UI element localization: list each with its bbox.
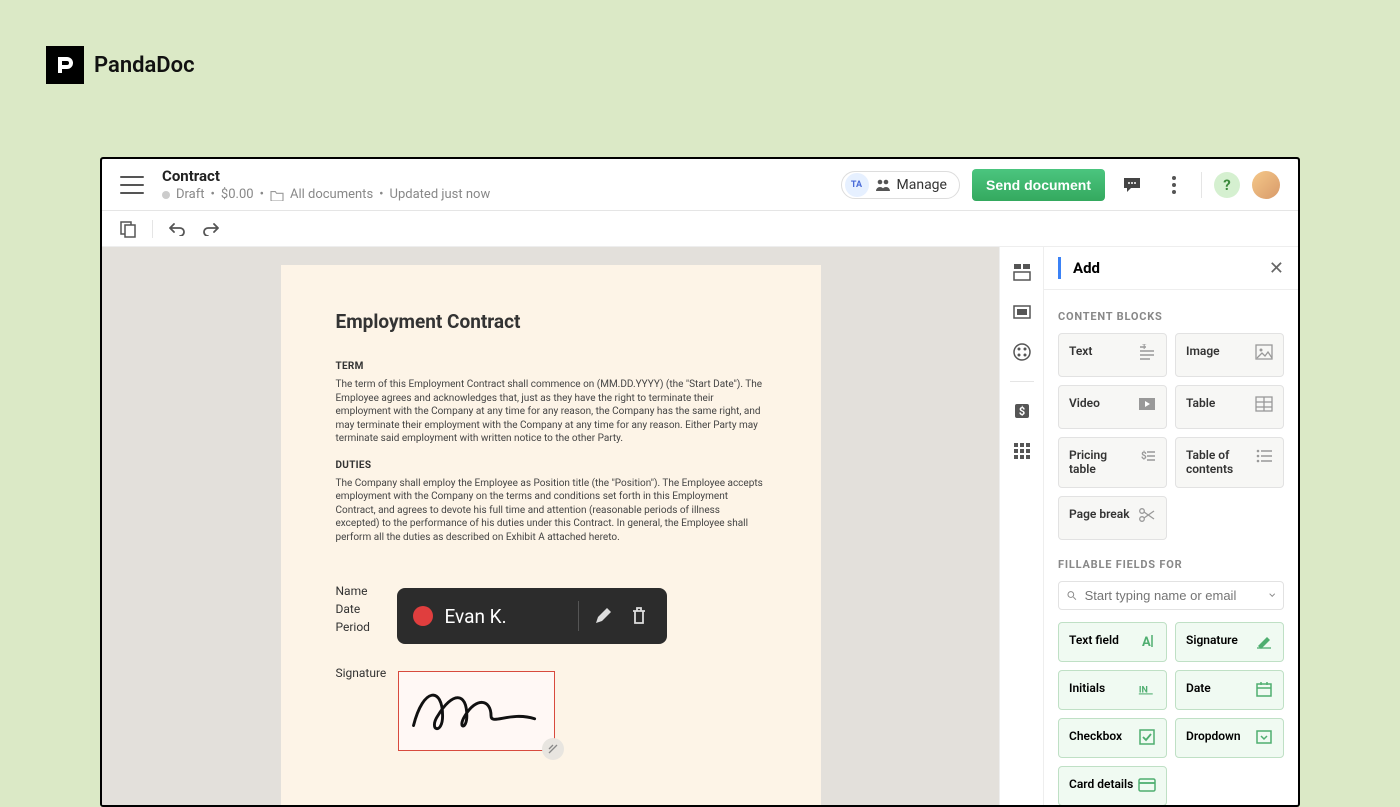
content-blocks-label: CONTENT BLOCKS [1058, 310, 1284, 323]
redo-button[interactable] [201, 219, 221, 239]
more-button[interactable] [1159, 170, 1189, 200]
blocks-tab-button[interactable] [1011, 261, 1033, 283]
toolstrip [102, 211, 1298, 247]
scissors-icon [1138, 507, 1156, 523]
pricing-tab-button[interactable]: $ [1011, 400, 1033, 422]
doc-meta: Draft • $0.00 • All documents • Updated … [162, 187, 490, 202]
svg-text:$: $ [1141, 449, 1147, 462]
undo-button[interactable] [167, 219, 187, 239]
pricing-icon: $ [1138, 448, 1156, 464]
menu-button[interactable] [120, 176, 144, 194]
toc-icon [1255, 448, 1273, 464]
apps-tab-button[interactable] [1011, 440, 1033, 462]
svg-text:A: A [1142, 635, 1151, 649]
folder-icon [270, 189, 284, 201]
delete-field-button[interactable] [627, 604, 651, 628]
edit-field-button[interactable] [591, 604, 615, 628]
pen-icon [1255, 633, 1273, 649]
page-break-block[interactable]: Page break [1058, 496, 1167, 540]
send-document-button[interactable]: Send document [972, 169, 1105, 201]
initials-icon: IN [1138, 681, 1156, 697]
app-window: Contract Draft • $0.00 • All documents •… [100, 157, 1300, 807]
recipient-search[interactable] [1058, 581, 1284, 610]
duties-heading: DUTIES [336, 460, 766, 471]
image-block[interactable]: Image [1175, 333, 1284, 377]
doc-title[interactable]: Contract [162, 167, 490, 185]
status-dot-icon [162, 191, 170, 199]
people-icon [875, 178, 891, 192]
initials-block[interactable]: Initials IN [1058, 670, 1167, 710]
dropdown-icon [1255, 729, 1273, 745]
signature-field[interactable] [398, 671, 555, 751]
side-toolbar: $ [999, 247, 1043, 805]
right-panel: Add ✕ CONTENT BLOCKS Text T Image Video [1043, 247, 1298, 805]
signature-block[interactable]: Signature [1175, 622, 1284, 662]
doc-info: Contract Draft • $0.00 • All documents •… [162, 167, 490, 202]
signer-color-dot[interactable] [413, 606, 433, 626]
resize-handle[interactable] [542, 738, 564, 760]
signature-stroke-icon [399, 672, 554, 750]
recipient-search-input[interactable] [1085, 588, 1261, 603]
pandadoc-icon [46, 46, 84, 84]
variables-tab-button[interactable] [1011, 301, 1033, 323]
checkbox-block[interactable]: Checkbox [1058, 718, 1167, 758]
panel-header: Add ✕ [1044, 247, 1298, 290]
manage-button[interactable]: Manage [869, 172, 959, 198]
topbar: Contract Draft • $0.00 • All documents •… [102, 159, 1298, 211]
chevron-down-icon[interactable] [1269, 592, 1275, 598]
fillable-fields-label: FILLABLE FIELDS FOR [1058, 558, 1284, 571]
text-block[interactable]: Text T [1058, 333, 1167, 377]
brand-name: PandaDoc [94, 53, 195, 78]
text-field-icon: A [1138, 633, 1156, 649]
table-icon [1255, 396, 1273, 412]
term-heading: TERM [336, 361, 766, 372]
image-icon [1255, 344, 1273, 360]
help-button[interactable]: ? [1214, 172, 1240, 198]
dropdown-block[interactable]: Dropdown [1175, 718, 1284, 758]
doc-status: Draft [176, 187, 205, 202]
doc-updated: Updated just now [390, 187, 491, 202]
signer-name[interactable]: Evan K. [445, 605, 566, 628]
design-tab-button[interactable] [1011, 341, 1033, 363]
user-avatar[interactable] [1252, 171, 1280, 199]
canvas[interactable]: Employment Contract TERM The term of thi… [102, 247, 999, 805]
search-icon [1067, 588, 1077, 603]
text-field-block[interactable]: Text field A [1058, 622, 1167, 662]
checkbox-icon [1138, 729, 1156, 745]
document-title: Employment Contract [336, 310, 766, 333]
svg-text:$: $ [1018, 405, 1024, 418]
document-page[interactable]: Employment Contract TERM The term of thi… [281, 265, 821, 805]
doc-location[interactable]: All documents [290, 187, 373, 202]
toc-block[interactable]: Table of contents [1175, 437, 1284, 488]
close-panel-button[interactable]: ✕ [1269, 258, 1284, 279]
chat-button[interactable] [1117, 170, 1147, 200]
table-block[interactable]: Table [1175, 385, 1284, 429]
term-body: The term of this Employment Contract sha… [336, 378, 766, 446]
calendar-icon [1255, 681, 1273, 697]
field-toolbar: Evan K. [397, 588, 667, 644]
pricing-table-block[interactable]: Pricing table $ [1058, 437, 1167, 488]
card-details-block[interactable]: Card details [1058, 766, 1167, 805]
collaborators[interactable]: TA Manage [841, 171, 960, 199]
panel-title: Add [1073, 259, 1269, 277]
brand-logo: PandaDoc [46, 46, 195, 84]
active-tab-indicator [1058, 257, 1061, 279]
card-icon [1138, 777, 1156, 793]
svg-text:T: T [1142, 344, 1147, 351]
duties-body: The Company shall employ the Employee as… [336, 477, 766, 545]
doc-price: $0.00 [221, 187, 254, 202]
video-block[interactable]: Video [1058, 385, 1167, 429]
date-block[interactable]: Date [1175, 670, 1284, 710]
collab-avatar[interactable]: TA [845, 173, 869, 197]
text-icon: T [1138, 344, 1156, 360]
copy-button[interactable] [118, 219, 138, 239]
video-icon [1138, 396, 1156, 412]
